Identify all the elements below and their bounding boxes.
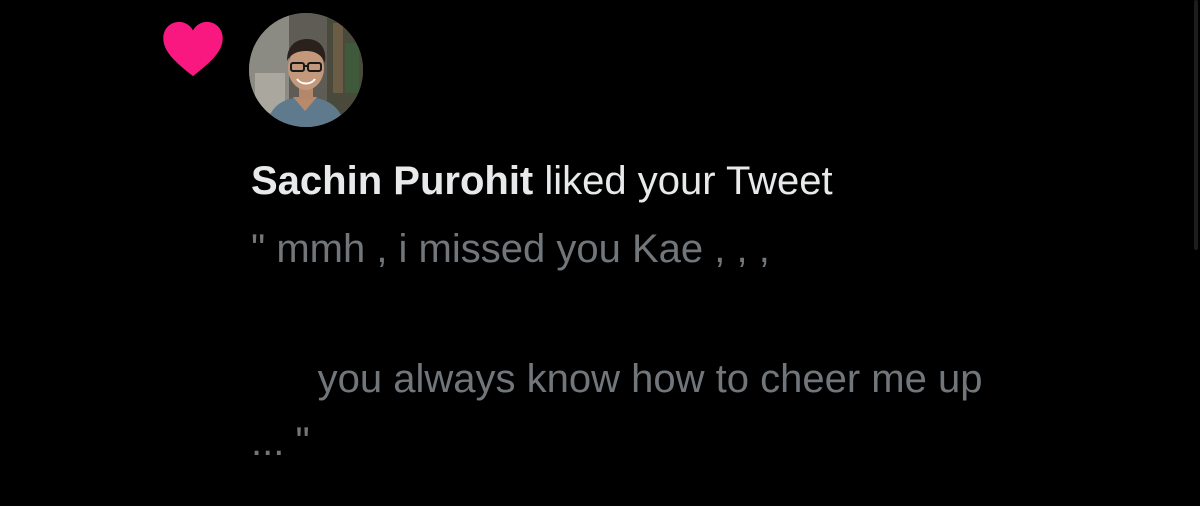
notification-headline: Sachin Purohit liked your Tweet — [251, 157, 833, 205]
tweet-text-line: ... " — [251, 420, 310, 464]
user-name[interactable]: Sachin Purohit — [251, 159, 533, 203]
tweet-text-line: you always know how to cheer me up — [251, 357, 983, 401]
action-text: liked your Tweet — [533, 159, 833, 203]
heart-icon — [162, 20, 224, 78]
like-notification[interactable]: Sachin Purohit liked your Tweet " mmh , … — [0, 0, 1200, 506]
avatar[interactable] — [249, 13, 363, 127]
tweet-text-line: " mmh , i missed you Kae , , , — [251, 227, 770, 271]
scrollbar[interactable] — [1194, 0, 1198, 250]
